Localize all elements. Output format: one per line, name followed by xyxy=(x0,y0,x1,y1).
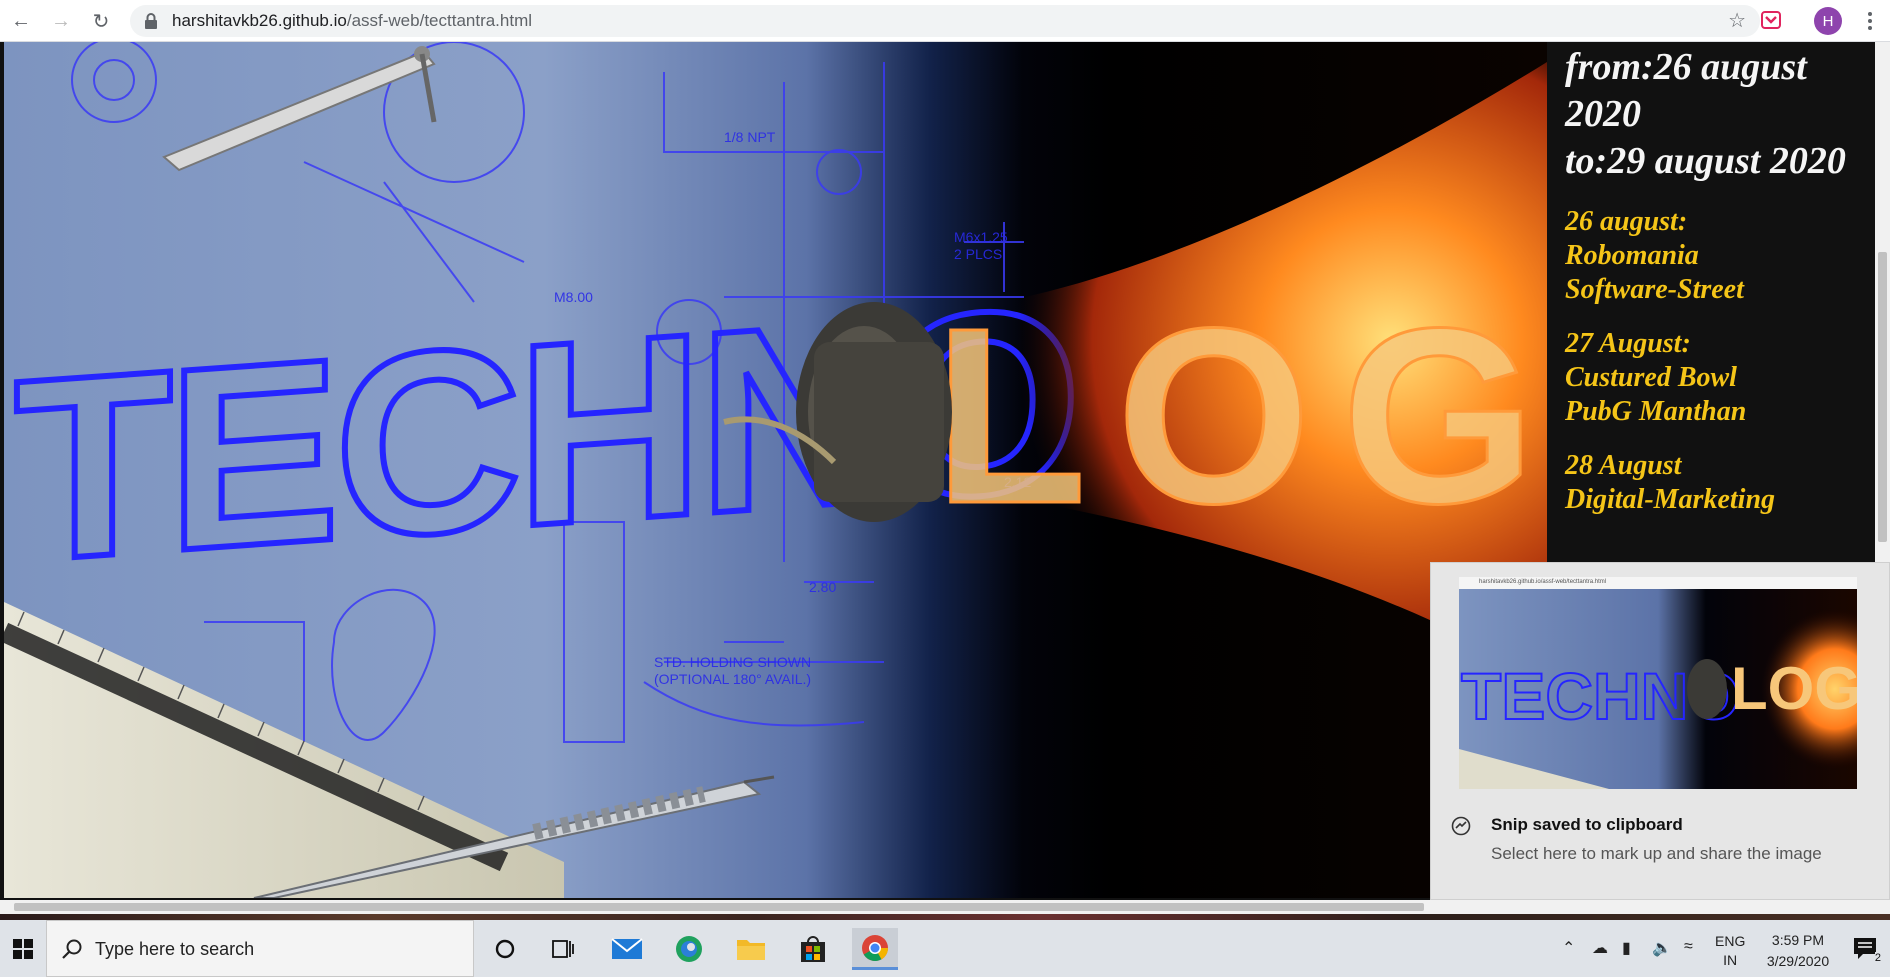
svg-text:2.80: 2.80 xyxy=(809,579,836,595)
onedrive-icon[interactable]: ☁ xyxy=(1592,938,1608,958)
region-code: IN xyxy=(1723,952,1738,968)
browser-toolbar: ← → ↻ harshitavkb26.github.io/assf-web/t… xyxy=(0,0,1890,42)
horizontal-scrollbar[interactable] xyxy=(0,900,1890,914)
cortana-icon[interactable] xyxy=(482,928,528,970)
toast-title: Snip saved to clipboard xyxy=(1491,815,1683,834)
snip-notification-toast[interactable]: harshitavkb26.github.io/assf-web/tecttan… xyxy=(1430,562,1890,900)
chrome-icon[interactable] xyxy=(852,928,898,970)
schedule-to-date: to:29 august 2020 xyxy=(1565,140,1846,182)
thumbnail-word-logy: LOGY xyxy=(1731,655,1857,722)
event-item: Software-Street xyxy=(1565,274,1744,305)
edge-browser-icon[interactable] xyxy=(666,928,712,970)
file-explorer-icon[interactable] xyxy=(728,928,774,970)
profile-avatar[interactable]: H xyxy=(1814,7,1842,35)
windows-taskbar: Type here to search ⌃ ☁ ▮ 🔈 ≈ ENG IN 3:5… xyxy=(0,920,1890,977)
reload-icon[interactable]: ↻ xyxy=(86,6,116,36)
svg-text:STD. HOLDING SHOWN: STD. HOLDING SHOWN xyxy=(654,654,811,670)
compass-tool-image xyxy=(162,46,437,172)
wifi-icon[interactable]: ≈ xyxy=(1684,938,1693,956)
clock-date: 3/29/2020 xyxy=(1766,953,1830,969)
start-button[interactable] xyxy=(0,920,46,977)
event-item: Robomania xyxy=(1565,240,1699,271)
browser-menu-icon[interactable] xyxy=(1858,6,1882,36)
bookmark-star-icon[interactable]: ☆ xyxy=(1728,8,1746,33)
blueprint-illustration: M6x1.25 2 PLCS M8.00 1/8 NPT 2.80 2.12 S… xyxy=(4,42,1547,898)
task-view-icon[interactable] xyxy=(540,928,586,970)
event-item: PubG Manthan xyxy=(1565,396,1747,427)
url-host: harshitavkb26.github.io xyxy=(172,11,347,30)
event-item: Custured Bowl xyxy=(1565,362,1737,393)
thumbnail-image: TECHNO LOGY xyxy=(1459,589,1857,789)
show-hidden-icons-icon[interactable]: ⌃ xyxy=(1562,938,1575,958)
windows-logo-icon xyxy=(13,938,33,959)
language-code: ENG xyxy=(1715,933,1746,949)
technology-hero-image: M6x1.25 2 PLCS M8.00 1/8 NPT 2.80 2.12 S… xyxy=(4,42,1547,898)
search-placeholder: Type here to search xyxy=(95,939,255,959)
svg-text:M6x1.25: M6x1.25 xyxy=(954,229,1008,245)
action-center-button[interactable]: 2 xyxy=(1851,934,1881,964)
language-indicator[interactable]: ENG IN xyxy=(1715,932,1745,970)
day-title: 26 august: xyxy=(1565,206,1688,237)
system-clock[interactable]: 3:59 PM 3/29/2020 xyxy=(1758,930,1838,972)
pocket-extension-icon[interactable] xyxy=(1760,9,1782,31)
back-icon[interactable]: ← xyxy=(6,6,36,36)
day-block: 28 August Digital-Marketing xyxy=(1565,449,1875,517)
vertical-scroll-thumb[interactable] xyxy=(1878,252,1887,542)
taskbar-search-box[interactable]: Type here to search xyxy=(46,920,474,977)
day-title: 27 August: xyxy=(1565,328,1691,359)
forward-icon[interactable]: → xyxy=(46,6,76,36)
toast-body: Select here to mark up and share the ima… xyxy=(1491,844,1822,863)
volume-icon[interactable]: 🔈 xyxy=(1652,938,1672,958)
lock-icon xyxy=(145,13,157,29)
day-block: 27 August: Custured Bowl PubG Manthan xyxy=(1565,327,1875,429)
address-bar[interactable]: harshitavkb26.github.io/assf-web/tecttan… xyxy=(130,5,1760,37)
day-block: 26 august: Robomania Software-Street xyxy=(1565,205,1875,307)
svg-text:(OPTIONAL 180° AVAIL.): (OPTIONAL 180° AVAIL.) xyxy=(654,671,811,687)
snip-sketch-icon xyxy=(1451,816,1471,836)
clock-time: 3:59 PM xyxy=(1771,932,1825,948)
horizontal-scroll-thumb[interactable] xyxy=(14,903,1424,911)
url-path: /assf-web/tecttantra.html xyxy=(346,11,533,30)
notification-count: 2 xyxy=(1874,952,1881,964)
schedule-from-date: from:26 august xyxy=(1565,46,1807,88)
mail-icon[interactable] xyxy=(604,928,650,970)
hero-word-logy: LOGY xyxy=(934,276,1547,555)
day-title: 28 August xyxy=(1565,450,1682,481)
snip-thumbnail[interactable]: harshitavkb26.github.io/assf-web/tecttan… xyxy=(1459,577,1857,789)
thumbnail-url: harshitavkb26.github.io/assf-web/tecttan… xyxy=(1459,577,1857,589)
battery-icon[interactable]: ▮ xyxy=(1622,938,1631,958)
svg-text:1/8 NPT: 1/8 NPT xyxy=(724,129,776,145)
event-item: Digital-Marketing xyxy=(1565,484,1776,515)
url-text: harshitavkb26.github.io/assf-web/tecttan… xyxy=(172,11,532,31)
store-icon[interactable] xyxy=(790,928,836,970)
search-icon xyxy=(62,939,82,959)
schedule-from-year: 2020 xyxy=(1565,93,1641,135)
